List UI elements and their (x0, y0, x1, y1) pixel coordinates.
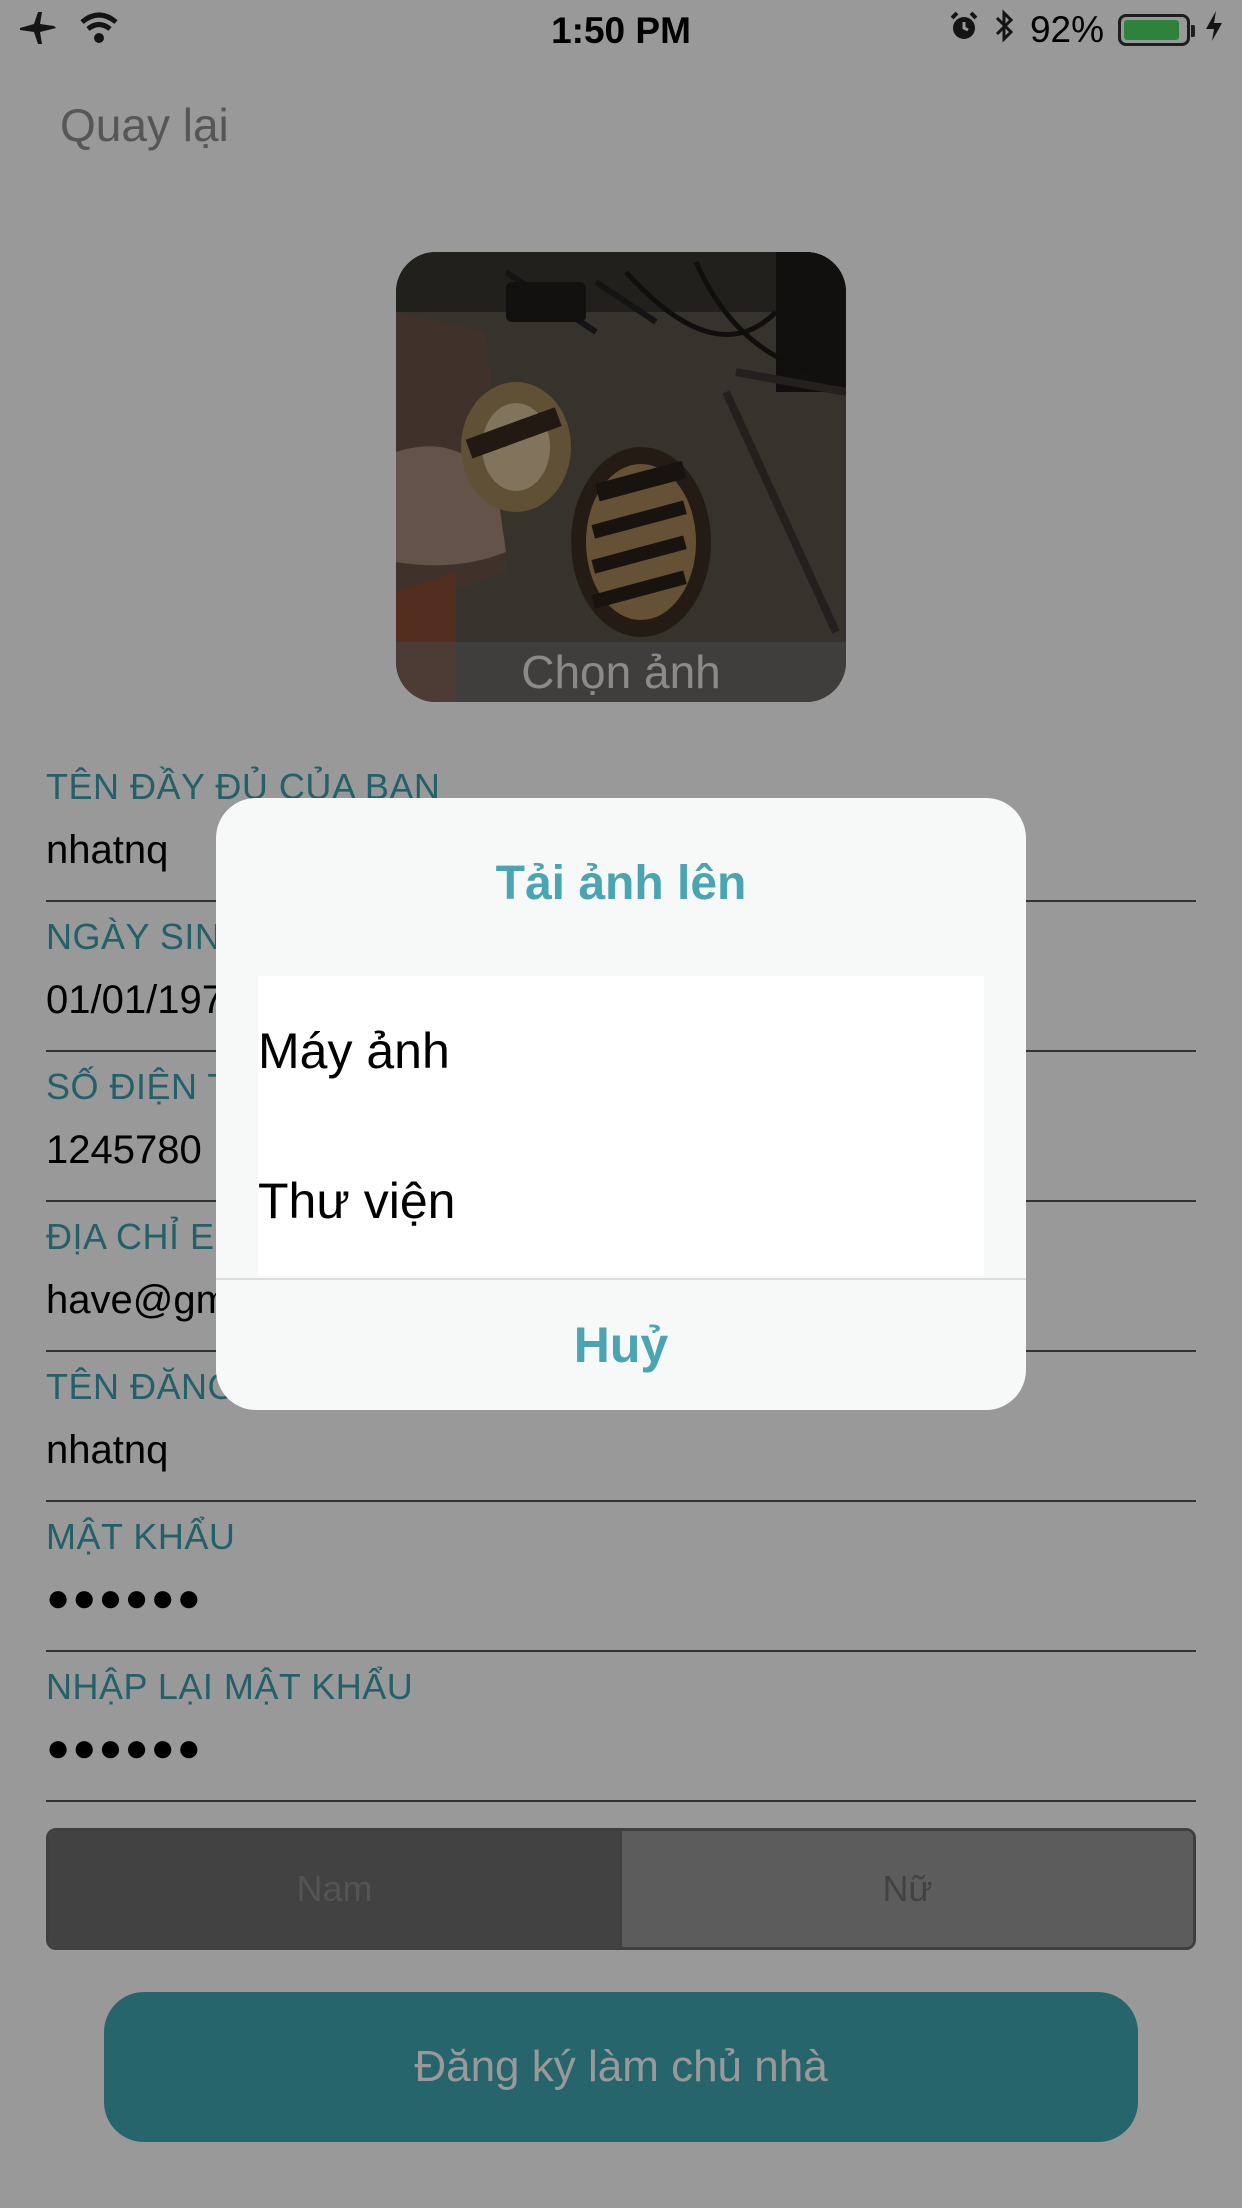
cancel-button[interactable]: Huỷ (216, 1280, 1026, 1410)
dialog-options-list: Máy ảnh Thư viện (258, 976, 984, 1276)
register-screen: 1:50 PM 92% Quay lại Chọn ảnh TÊN ĐẦY ĐỦ… (0, 0, 1242, 2208)
camera-option[interactable]: Máy ảnh (258, 976, 984, 1126)
library-option[interactable]: Thư viện (258, 1126, 984, 1276)
upload-photo-dialog: Tải ảnh lên Máy ảnh Thư viện Huỷ (216, 798, 1026, 1410)
dialog-title: Tải ảnh lên (495, 857, 747, 910)
